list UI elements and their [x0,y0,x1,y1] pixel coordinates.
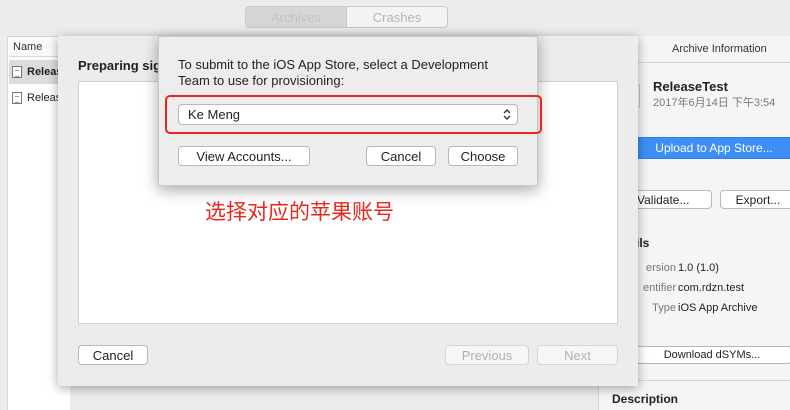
download-dsyms-button[interactable]: Download dSYMs... [632,346,790,364]
previous-button[interactable]: Previous [445,345,529,365]
archive-document-icon [12,92,22,104]
details-heading: ils [636,236,650,250]
choose-button[interactable]: Choose [448,146,518,166]
archive-date: 2017年6月14日 下午3:54 [653,97,776,109]
archive-name: ReleaseTest [653,79,728,94]
popover-message: To submit to the iOS App Store, select a… [178,57,488,88]
detail-value-identifier: com.rdzn.test [678,282,745,294]
validate-button[interactable]: Validate... [630,190,712,209]
sheet-cancel-button[interactable]: Cancel [78,345,148,365]
tab-archives[interactable]: Archives [246,7,347,27]
next-button[interactable]: Next [537,345,618,365]
detail-key-type: Type [652,302,676,314]
description-heading: Description [612,392,679,406]
highlight-annotation-box [165,95,542,134]
popover-cancel-button[interactable]: Cancel [366,146,436,166]
detail-value-type: iOS App Archive [678,302,758,314]
upload-to-app-store-button[interactable]: Upload to App Store... [634,137,790,159]
export-button[interactable]: Export... [720,190,790,209]
window-tabs: Archives Crashes [245,6,448,28]
sheet-title: Preparing sig [78,58,162,73]
archive-document-icon [12,66,22,78]
annotation-label: 选择对应的苹果账号 [205,201,394,224]
detail-value-version: 1.0 (1.0) [678,262,719,274]
info-panel-header: Archive Information [672,43,767,55]
sidebar-gutter [0,36,8,410]
archive-row-label: Releas [27,92,62,104]
detail-key-version: ersion [646,262,676,274]
tab-crashes[interactable]: Crashes [347,7,447,27]
view-accounts-button[interactable]: View Accounts... [178,146,310,166]
